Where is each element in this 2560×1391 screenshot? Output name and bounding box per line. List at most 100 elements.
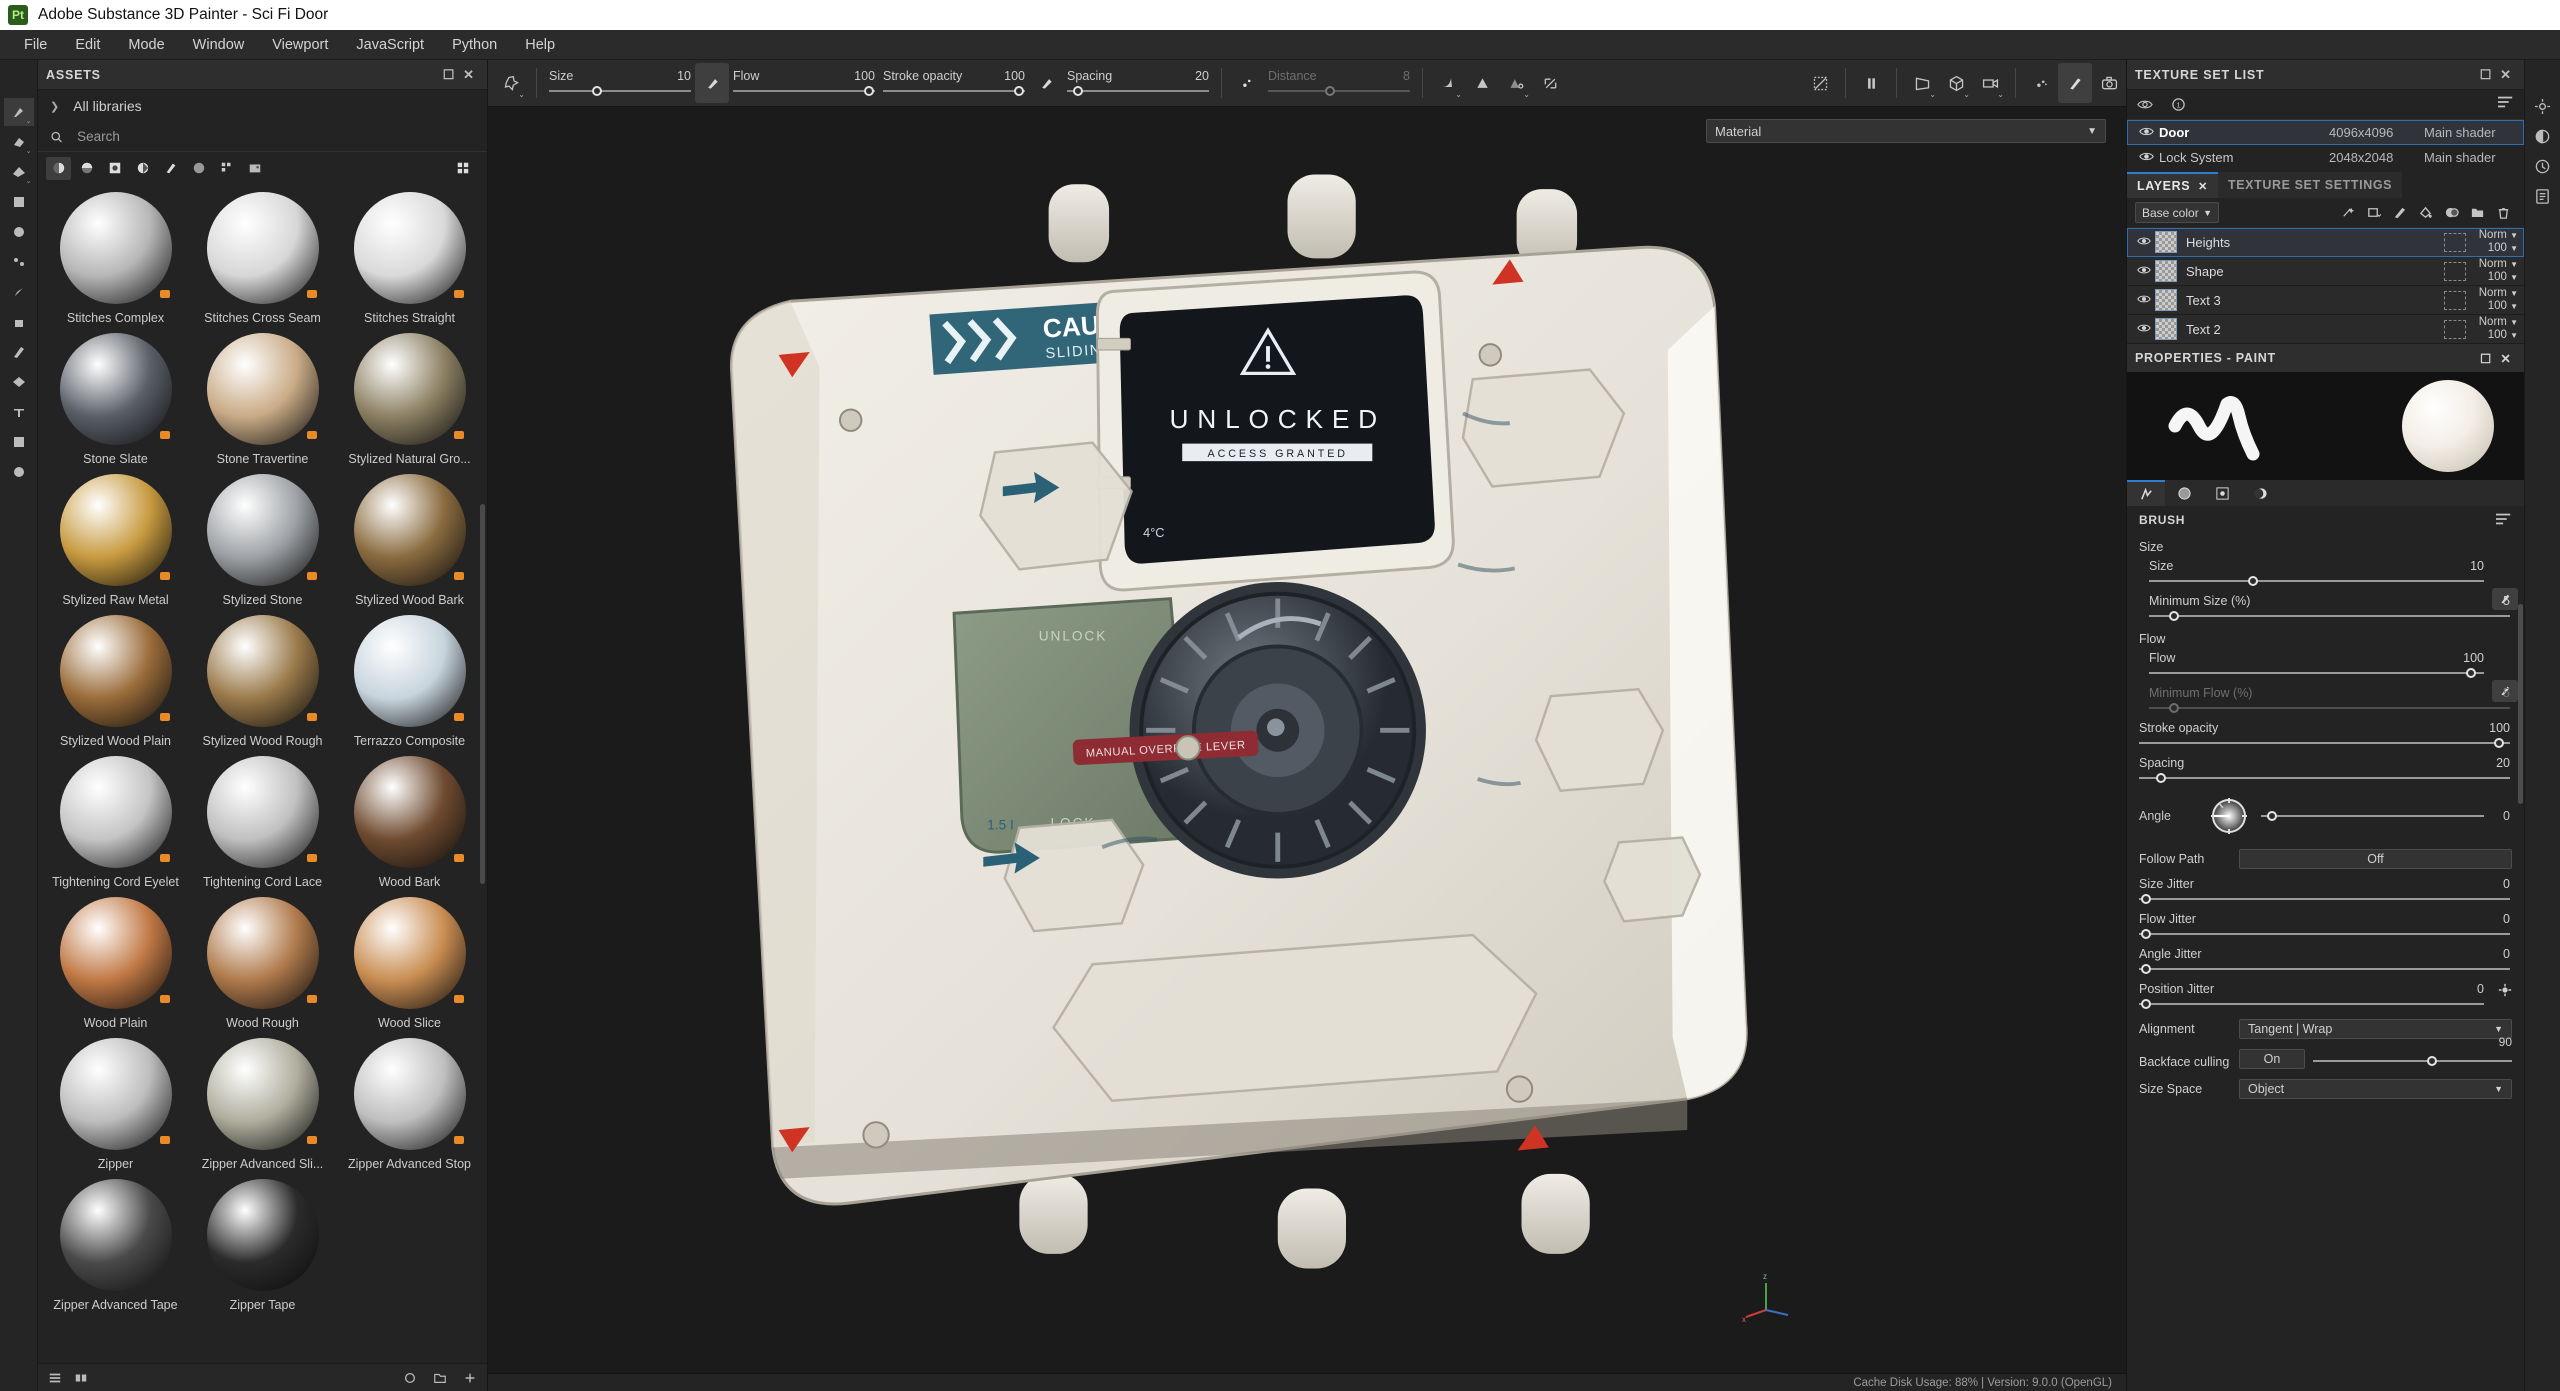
property-backface-culling[interactable]: Backface culling On 90	[2127, 1035, 2524, 1074]
asset-item[interactable]: Zipper Advanced Sli...	[191, 1034, 334, 1173]
cube-3d-icon[interactable]: ⌄	[1939, 63, 1973, 103]
layer-row[interactable]: Text 3 Norm ▼ 100 ▼	[2127, 286, 2524, 315]
property-size[interactable]: Size 10	[2127, 556, 2524, 610]
property-spacing[interactable]: Spacing 20	[2127, 753, 2524, 788]
mirror-symmetry-icon[interactable]	[1465, 63, 1499, 103]
stroke-tab-icon[interactable]	[2127, 480, 2165, 506]
asset-item[interactable]: Zipper Advanced Stop	[338, 1034, 481, 1173]
environment-filter-icon[interactable]	[242, 157, 267, 180]
property-alignment[interactable]: Alignment Tangent | Wrap ▼	[2127, 1014, 2524, 1044]
asset-thumbnail[interactable]	[353, 474, 466, 586]
asset-item[interactable]: Zipper	[44, 1034, 187, 1173]
toolbar-slider-size[interactable]: Size 10	[545, 69, 695, 97]
menu-item-window[interactable]: Window	[179, 30, 259, 60]
shader-material-dropdown[interactable]: Material ▼	[1706, 119, 2106, 143]
layer-mask-slot[interactable]	[2444, 290, 2466, 310]
library-row[interactable]: ❯ All libraries	[38, 90, 487, 122]
alignment-select[interactable]: Tangent | Wrap ▼	[2239, 1019, 2512, 1039]
asset-thumbnail[interactable]	[59, 333, 172, 445]
camera-view-icon[interactable]: ⌄	[1973, 63, 2007, 103]
folder-icon[interactable]	[433, 1371, 447, 1385]
smart-material-filter-icon[interactable]	[74, 157, 99, 180]
search-input[interactable]	[77, 129, 475, 144]
refresh-icon[interactable]	[403, 1371, 417, 1385]
asset-thumbnail[interactable]	[59, 897, 172, 1009]
layer-thumbnail[interactable]	[2155, 260, 2177, 282]
asset-item[interactable]: Zipper Advanced Tape	[44, 1175, 187, 1314]
tool-geometry-decal[interactable]	[4, 188, 34, 216]
asset-item[interactable]: Stylized Wood Bark	[338, 470, 481, 609]
screenshot-icon[interactable]	[2092, 63, 2126, 103]
size-space-select[interactable]: Object ▼	[2239, 1079, 2512, 1099]
layer-row[interactable]: Text 2 Norm ▼ 100 ▼	[2127, 315, 2524, 344]
property-stroke-opacity[interactable]: Stroke opacity 100	[2127, 718, 2524, 753]
menu-item-file[interactable]: File	[10, 30, 61, 60]
eye-visibility-icon[interactable]	[2133, 265, 2155, 278]
display-settings-icon[interactable]	[2534, 98, 2551, 120]
layer-mask-slot[interactable]	[2444, 232, 2466, 252]
property-follow-path[interactable]: Follow Path Off	[2127, 844, 2524, 874]
asset-item[interactable]: Wood Rough	[191, 893, 334, 1032]
assets-grid-wrapper[interactable]: Stitches Complex Stitches Cross Seam Stitc…	[38, 184, 487, 1363]
layer-row[interactable]: Shape Norm ▼ 100 ▼	[2127, 257, 2524, 286]
layer-blend-opacity[interactable]: Norm ▼ 100 ▼	[2466, 287, 2518, 313]
3d-model-render[interactable]: CAUTION! SLIDING DOOR UNLOCKED ACCESS GR…	[488, 107, 2126, 1373]
property-minimum-size[interactable]: Minimum Size (%) 5	[2127, 591, 2524, 626]
texture-set-settings-icon[interactable]	[2534, 188, 2551, 210]
eye-visibility-icon[interactable]	[2133, 125, 2159, 140]
asset-item[interactable]: Wood Plain	[44, 893, 187, 1032]
asset-item[interactable]: Wood Bark	[338, 752, 481, 891]
tool-eraser[interactable]: ⌄	[4, 128, 34, 156]
asset-thumbnail[interactable]	[206, 333, 319, 445]
property-flow-jitter[interactable]: Flow Jitter 0	[2127, 909, 2524, 944]
close-icon[interactable]: ✕	[2198, 180, 2208, 193]
asset-thumbnail[interactable]	[59, 1038, 172, 1150]
list-view-icon[interactable]	[48, 1371, 62, 1385]
layer-blend-opacity[interactable]: Norm ▼ 100 ▼	[2466, 229, 2518, 255]
brush-scrollbar[interactable]	[2518, 604, 2523, 804]
tool-smudge[interactable]	[4, 278, 34, 306]
menu-item-javascript[interactable]: JavaScript	[342, 30, 438, 60]
tool-text[interactable]	[4, 398, 34, 426]
eye-visibility-icon[interactable]	[2133, 150, 2159, 165]
toolbar-slider-flow[interactable]: Flow 100	[729, 69, 879, 97]
particles-icon[interactable]	[2024, 63, 2058, 103]
asset-item[interactable]: Stone Slate	[44, 329, 187, 468]
property-size-jitter[interactable]: Size Jitter 0	[2127, 874, 2524, 909]
add-icon[interactable]	[463, 1371, 477, 1385]
tab-layers[interactable]: LAYERS ✕	[2127, 172, 2218, 198]
property-flow[interactable]: Flow 100	[2127, 648, 2524, 702]
asset-thumbnail[interactable]	[206, 474, 319, 586]
backface-slider[interactable]: 90	[2313, 1035, 2512, 1069]
layer-row[interactable]: Heights Norm ▼ 100 ▼	[2127, 228, 2524, 257]
layer-thumbnail[interactable]	[2155, 318, 2177, 340]
asset-item[interactable]: Zipper Tape	[191, 1175, 334, 1314]
asset-thumbnail[interactable]	[59, 192, 172, 304]
shading-tab-icon[interactable]	[2241, 480, 2279, 506]
shelf-icon[interactable]	[74, 1371, 88, 1385]
texture-set-row[interactable]: Door 4096x4096 Main shader	[2127, 120, 2524, 145]
add-mask-icon[interactable]	[2438, 201, 2464, 225]
shader-settings-icon[interactable]	[2534, 128, 2551, 150]
layer-thumbnail[interactable]	[2155, 289, 2177, 311]
asset-item[interactable]: Terrazzo Composite	[338, 611, 481, 750]
menu-item-edit[interactable]: Edit	[61, 30, 114, 60]
asset-thumbnail[interactable]	[206, 1179, 319, 1291]
asset-thumbnail[interactable]	[206, 615, 319, 727]
texture-filter-icon[interactable]	[214, 157, 239, 180]
asset-item[interactable]: Stylized Wood Plain	[44, 611, 187, 750]
asset-thumbnail[interactable]	[206, 897, 319, 1009]
mask-filter-icon[interactable]	[102, 157, 127, 180]
follow-path-toggle[interactable]: Off	[2239, 849, 2512, 869]
symmetry-axis-icon[interactable]: ⌄	[1499, 63, 1533, 103]
menu-item-mode[interactable]: Mode	[114, 30, 178, 60]
asset-item[interactable]: Tightening Cord Eyelet	[44, 752, 187, 891]
property-minimum-flow[interactable]: Minimum Flow (%) 5	[2127, 683, 2524, 718]
eye-visibility-icon[interactable]	[2133, 236, 2155, 249]
menu-item-viewport[interactable]: Viewport	[258, 30, 342, 60]
eye-visibility-icon[interactable]	[2133, 323, 2155, 336]
asset-item[interactable]: Stylized Stone	[191, 470, 334, 609]
asset-thumbnail[interactable]	[353, 756, 466, 868]
plane-projection-icon[interactable]: ⌄	[1905, 63, 1939, 103]
paint-brush-icon[interactable]	[2058, 63, 2092, 103]
